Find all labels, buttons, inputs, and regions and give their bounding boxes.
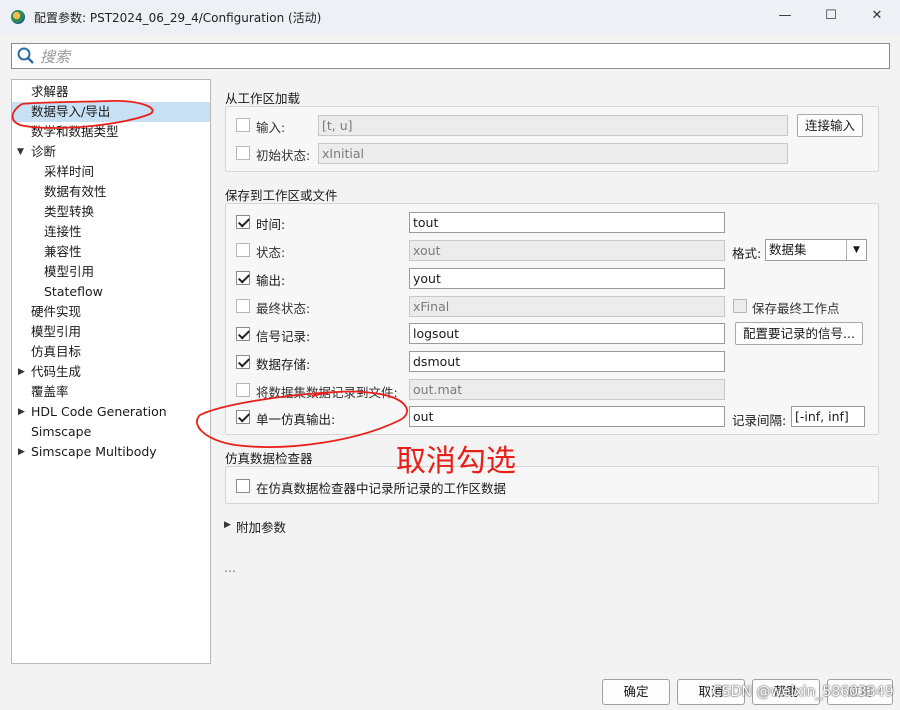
watermark: CSDN @weixin_58603349 xyxy=(712,684,894,700)
log-to-file-field[interactable]: out.mat xyxy=(409,379,725,400)
output-field[interactable]: yout xyxy=(409,268,725,289)
states-field[interactable]: xout xyxy=(409,240,725,261)
chevron-down-icon: ▼ xyxy=(846,240,866,260)
tree-item-model-reference[interactable]: 模型引用 xyxy=(31,322,81,342)
ellipsis-text: ... xyxy=(224,560,236,575)
connect-input-button[interactable]: 连接输入 xyxy=(797,114,863,137)
initial-state-checkbox[interactable] xyxy=(236,146,250,160)
category-tree: 求解器 数据导入/导出 数学和数据类型 ▼ 诊断 采样时间 数据有效性 类型转换… xyxy=(11,79,211,664)
tree-item-stateflow[interactable]: Stateflow xyxy=(44,282,103,302)
data-store-label: 数据存储: xyxy=(256,357,311,372)
load-section-title: 从工作区加载 xyxy=(225,91,301,106)
window-controls: — ☐ ✕ xyxy=(762,0,900,34)
save-final-point-checkbox[interactable] xyxy=(733,299,747,313)
final-state-field[interactable]: xFinal xyxy=(409,296,725,317)
caret-right-icon[interactable]: ▶ xyxy=(224,520,231,530)
caret-down-icon[interactable]: ▼ xyxy=(17,147,24,157)
final-state-checkbox[interactable] xyxy=(236,299,250,313)
window-title: 配置参数: PST2024_06_29_4/Configuration (活动) xyxy=(34,10,322,25)
states-checkbox[interactable] xyxy=(236,243,250,257)
tree-item-data-import-export[interactable]: 数据导入/导出 xyxy=(12,102,210,122)
single-output-field[interactable]: out xyxy=(409,406,725,427)
format-label: 格式: xyxy=(732,246,762,261)
search-icon xyxy=(17,47,34,64)
annotation-uncheck-text: 取消勾选 xyxy=(396,444,516,479)
output-checkbox[interactable] xyxy=(236,271,250,285)
configure-signals-button[interactable]: 配置要记录的信号... xyxy=(735,322,863,345)
tree-item-connectivity[interactable]: 连接性 xyxy=(44,222,82,242)
data-store-checkbox[interactable] xyxy=(236,355,250,369)
save-section-title: 保存到工作区或文件 xyxy=(225,188,338,203)
states-label: 状态: xyxy=(256,245,286,260)
save-final-point-label: 保存最终工作点 xyxy=(752,301,840,316)
minimize-button[interactable]: — xyxy=(762,0,808,30)
initial-state-label: 初始状态: xyxy=(256,148,311,163)
tree-item-solver[interactable]: 求解器 xyxy=(31,82,201,102)
input-label: 输入: xyxy=(256,120,286,135)
final-state-label: 最终状态: xyxy=(256,301,311,316)
tree-item-coverage[interactable]: 覆盖率 xyxy=(31,382,69,402)
initial-state-field[interactable]: xInitial xyxy=(318,143,788,164)
inspector-section-title: 仿真数据检查器 xyxy=(225,451,313,466)
log-to-file-label: 将数据集数据记录到文件: xyxy=(256,385,398,400)
tree-item-data-validity[interactable]: 数据有效性 xyxy=(44,182,107,202)
caret-right-icon[interactable]: ▶ xyxy=(18,367,25,377)
tree-item-sample-time[interactable]: 采样时间 xyxy=(44,162,94,182)
tree-item-compatibility[interactable]: 兼容性 xyxy=(44,242,82,262)
log-interval-label: 记录间隔: xyxy=(732,413,787,428)
single-output-checkbox[interactable] xyxy=(236,410,250,424)
tree-item-simulation-target[interactable]: 仿真目标 xyxy=(31,342,81,362)
log-interval-field[interactable]: [-inf, inf] xyxy=(791,406,865,427)
tree-item-diag-model-reference[interactable]: 模型引用 xyxy=(44,262,94,282)
ok-button[interactable]: 确定 xyxy=(602,679,670,705)
simulink-app-icon xyxy=(11,10,25,24)
caret-right-icon[interactable]: ▶ xyxy=(18,447,25,457)
additional-params-toggle[interactable]: 附加参数 xyxy=(236,517,286,536)
signal-logging-field[interactable]: logsout xyxy=(409,323,725,344)
tree-item-math-data-types[interactable]: 数学和数据类型 xyxy=(31,122,119,142)
single-output-label: 单一仿真输出: xyxy=(256,412,336,427)
tree-item-simscape[interactable]: Simscape xyxy=(31,422,91,442)
search-placeholder: 搜索 xyxy=(40,47,71,66)
signal-logging-checkbox[interactable] xyxy=(236,327,250,341)
close-button[interactable]: ✕ xyxy=(854,0,900,30)
search-input[interactable]: 搜索 xyxy=(11,43,890,69)
record-inspector-label: 在仿真数据检查器中记录所记录的工作区数据 xyxy=(256,481,507,496)
input-checkbox[interactable] xyxy=(236,118,250,132)
record-inspector-checkbox[interactable] xyxy=(236,479,250,493)
signal-logging-label: 信号记录: xyxy=(256,329,311,344)
caret-right-icon[interactable]: ▶ xyxy=(18,407,25,417)
output-label: 输出: xyxy=(256,273,286,288)
title-bar: 配置参数: PST2024_06_29_4/Configuration (活动)… xyxy=(0,0,900,34)
time-field[interactable]: tout xyxy=(409,212,725,233)
tree-item-code-generation[interactable]: 代码生成 xyxy=(31,362,81,382)
tree-item-type-conversion[interactable]: 类型转换 xyxy=(44,202,94,222)
format-dropdown[interactable]: 数据集 ▼ xyxy=(765,239,867,261)
maximize-button[interactable]: ☐ xyxy=(808,0,854,30)
tree-item-diagnostics[interactable]: 诊断 xyxy=(31,142,56,162)
format-selected-value: 数据集 xyxy=(769,242,807,257)
input-field[interactable]: [t, u] xyxy=(318,115,788,136)
time-checkbox[interactable] xyxy=(236,215,250,229)
tree-item-hardware-implementation[interactable]: 硬件实现 xyxy=(31,302,81,322)
log-to-file-checkbox[interactable] xyxy=(236,383,250,397)
tree-item-simscape-multibody[interactable]: Simscape Multibody xyxy=(31,442,157,462)
data-store-field[interactable]: dsmout xyxy=(409,351,725,372)
time-label: 时间: xyxy=(256,217,286,232)
tree-item-hdl-code-generation[interactable]: HDL Code Generation xyxy=(31,402,167,422)
